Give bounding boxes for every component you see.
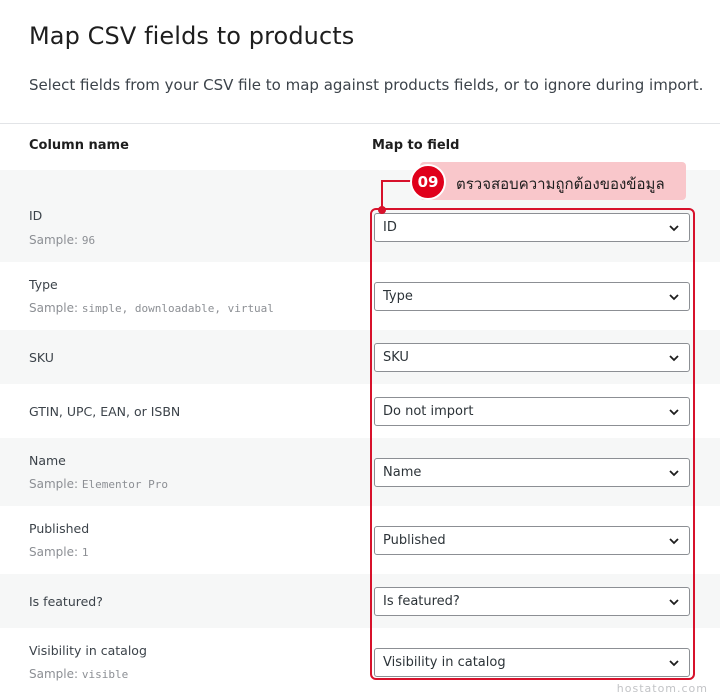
column-label: Is featured? <box>29 594 103 609</box>
annotation-text: ตรวจสอบความถูกต้องของข้อมูล <box>456 175 665 193</box>
map-to-field-header: Map to field <box>372 138 460 153</box>
column-label: Published <box>29 521 90 536</box>
annotation-step-badge: 09 <box>410 164 446 200</box>
column-sample: Sample: 96 <box>29 233 96 247</box>
annotation-dot <box>378 206 386 214</box>
column-name-header: Column name <box>29 138 129 153</box>
column-label: Name <box>29 453 66 468</box>
column-sample: Sample: Elementor Pro <box>29 477 168 491</box>
column-sample: Sample: visible <box>29 667 129 681</box>
column-label: GTIN, UPC, EAN, or ISBN <box>29 404 181 419</box>
annotation-highlight-box <box>370 208 695 680</box>
column-label: Visibility in catalog <box>29 643 147 658</box>
annotation-connector <box>381 180 411 182</box>
page-title: Map CSV fields to products <box>29 22 355 50</box>
column-label: ID <box>29 208 43 223</box>
column-sample: Sample: 1 <box>29 545 89 559</box>
watermark: hostatom.com <box>616 682 708 695</box>
column-sample: Sample: simple, downloadable, virtual <box>29 301 274 315</box>
column-label: Type <box>29 277 58 292</box>
page-description: Select fields from your CSV file to map … <box>29 76 704 94</box>
column-label: SKU <box>29 350 54 365</box>
header-divider <box>0 123 720 124</box>
